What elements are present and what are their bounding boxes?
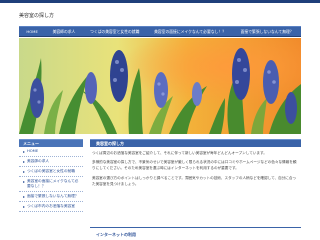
hero-image	[19, 38, 301, 134]
sidebar-item-tsukuba[interactable]: つくばの美容室と女性の就職	[19, 167, 83, 177]
sidebar-heading: メニュー	[19, 139, 83, 147]
sidebar-item-salons[interactable]: つくば市内のお洒落な美容室	[19, 202, 83, 212]
global-nav: HOME 美容師の求人 つくばの美容室と女性の就職 美容室の面接にメイクなんて必…	[19, 26, 301, 37]
sidebar-item-jobs[interactable]: 美容師の求人	[19, 157, 83, 167]
section-heading: 美容室の探し方	[90, 139, 301, 147]
top-bar	[0, 0, 320, 3]
arrow-icon	[23, 195, 25, 198]
arrow-icon	[23, 150, 25, 153]
nav-item-jobs[interactable]: 美容師の求人	[53, 29, 76, 35]
nav-item-nervous[interactable]: 面接で緊張しないなんて無理？	[241, 29, 294, 35]
site-title[interactable]: 美容室の探し方	[19, 12, 54, 19]
nav-item-tsukuba[interactable]: つくばの美容室と女性の就職	[90, 29, 139, 35]
sidebar-item-makeup[interactable]: 美容室の面接にメイクなんて必要なし！？	[19, 177, 83, 192]
subsection-heading: インターネットの利用	[90, 221, 301, 237]
paragraph: 多様的な美容室の探し方で、不景気のせいで美容室が厳しく限られる状況の中には口コミ…	[92, 160, 297, 171]
nav-item-makeup[interactable]: 美容室の面接にメイクなんて必要なし！？	[154, 29, 226, 35]
arrow-icon	[23, 180, 25, 183]
hyacinth-photo	[19, 38, 301, 134]
arrow-icon	[23, 205, 25, 208]
arrow-icon	[23, 170, 25, 173]
sidebar-item-home[interactable]: HOME	[19, 147, 83, 157]
nav-item-home[interactable]: HOME	[26, 29, 38, 34]
main-content: 美容室の探し方 つくば周辺のお洒落な美容室をご紹介して、それに伴って新しい美容室…	[90, 139, 301, 187]
sidebar: メニュー HOME 美容師の求人 つくばの美容室と女性の就職 美容室の面接にメイ…	[19, 139, 83, 212]
arrow-icon	[23, 160, 25, 163]
paragraph: 美容室の選び方のポイントはしっかりと調べることです。雰囲気やカットの技術、スタッ…	[92, 175, 297, 186]
paragraph: つくば周辺のお洒落な美容室をご紹介して、それに伴って新しい美容室が毎年どんどんオ…	[92, 151, 267, 155]
sidebar-item-nervous[interactable]: 面接で緊張しないなんて無理？	[19, 192, 83, 202]
